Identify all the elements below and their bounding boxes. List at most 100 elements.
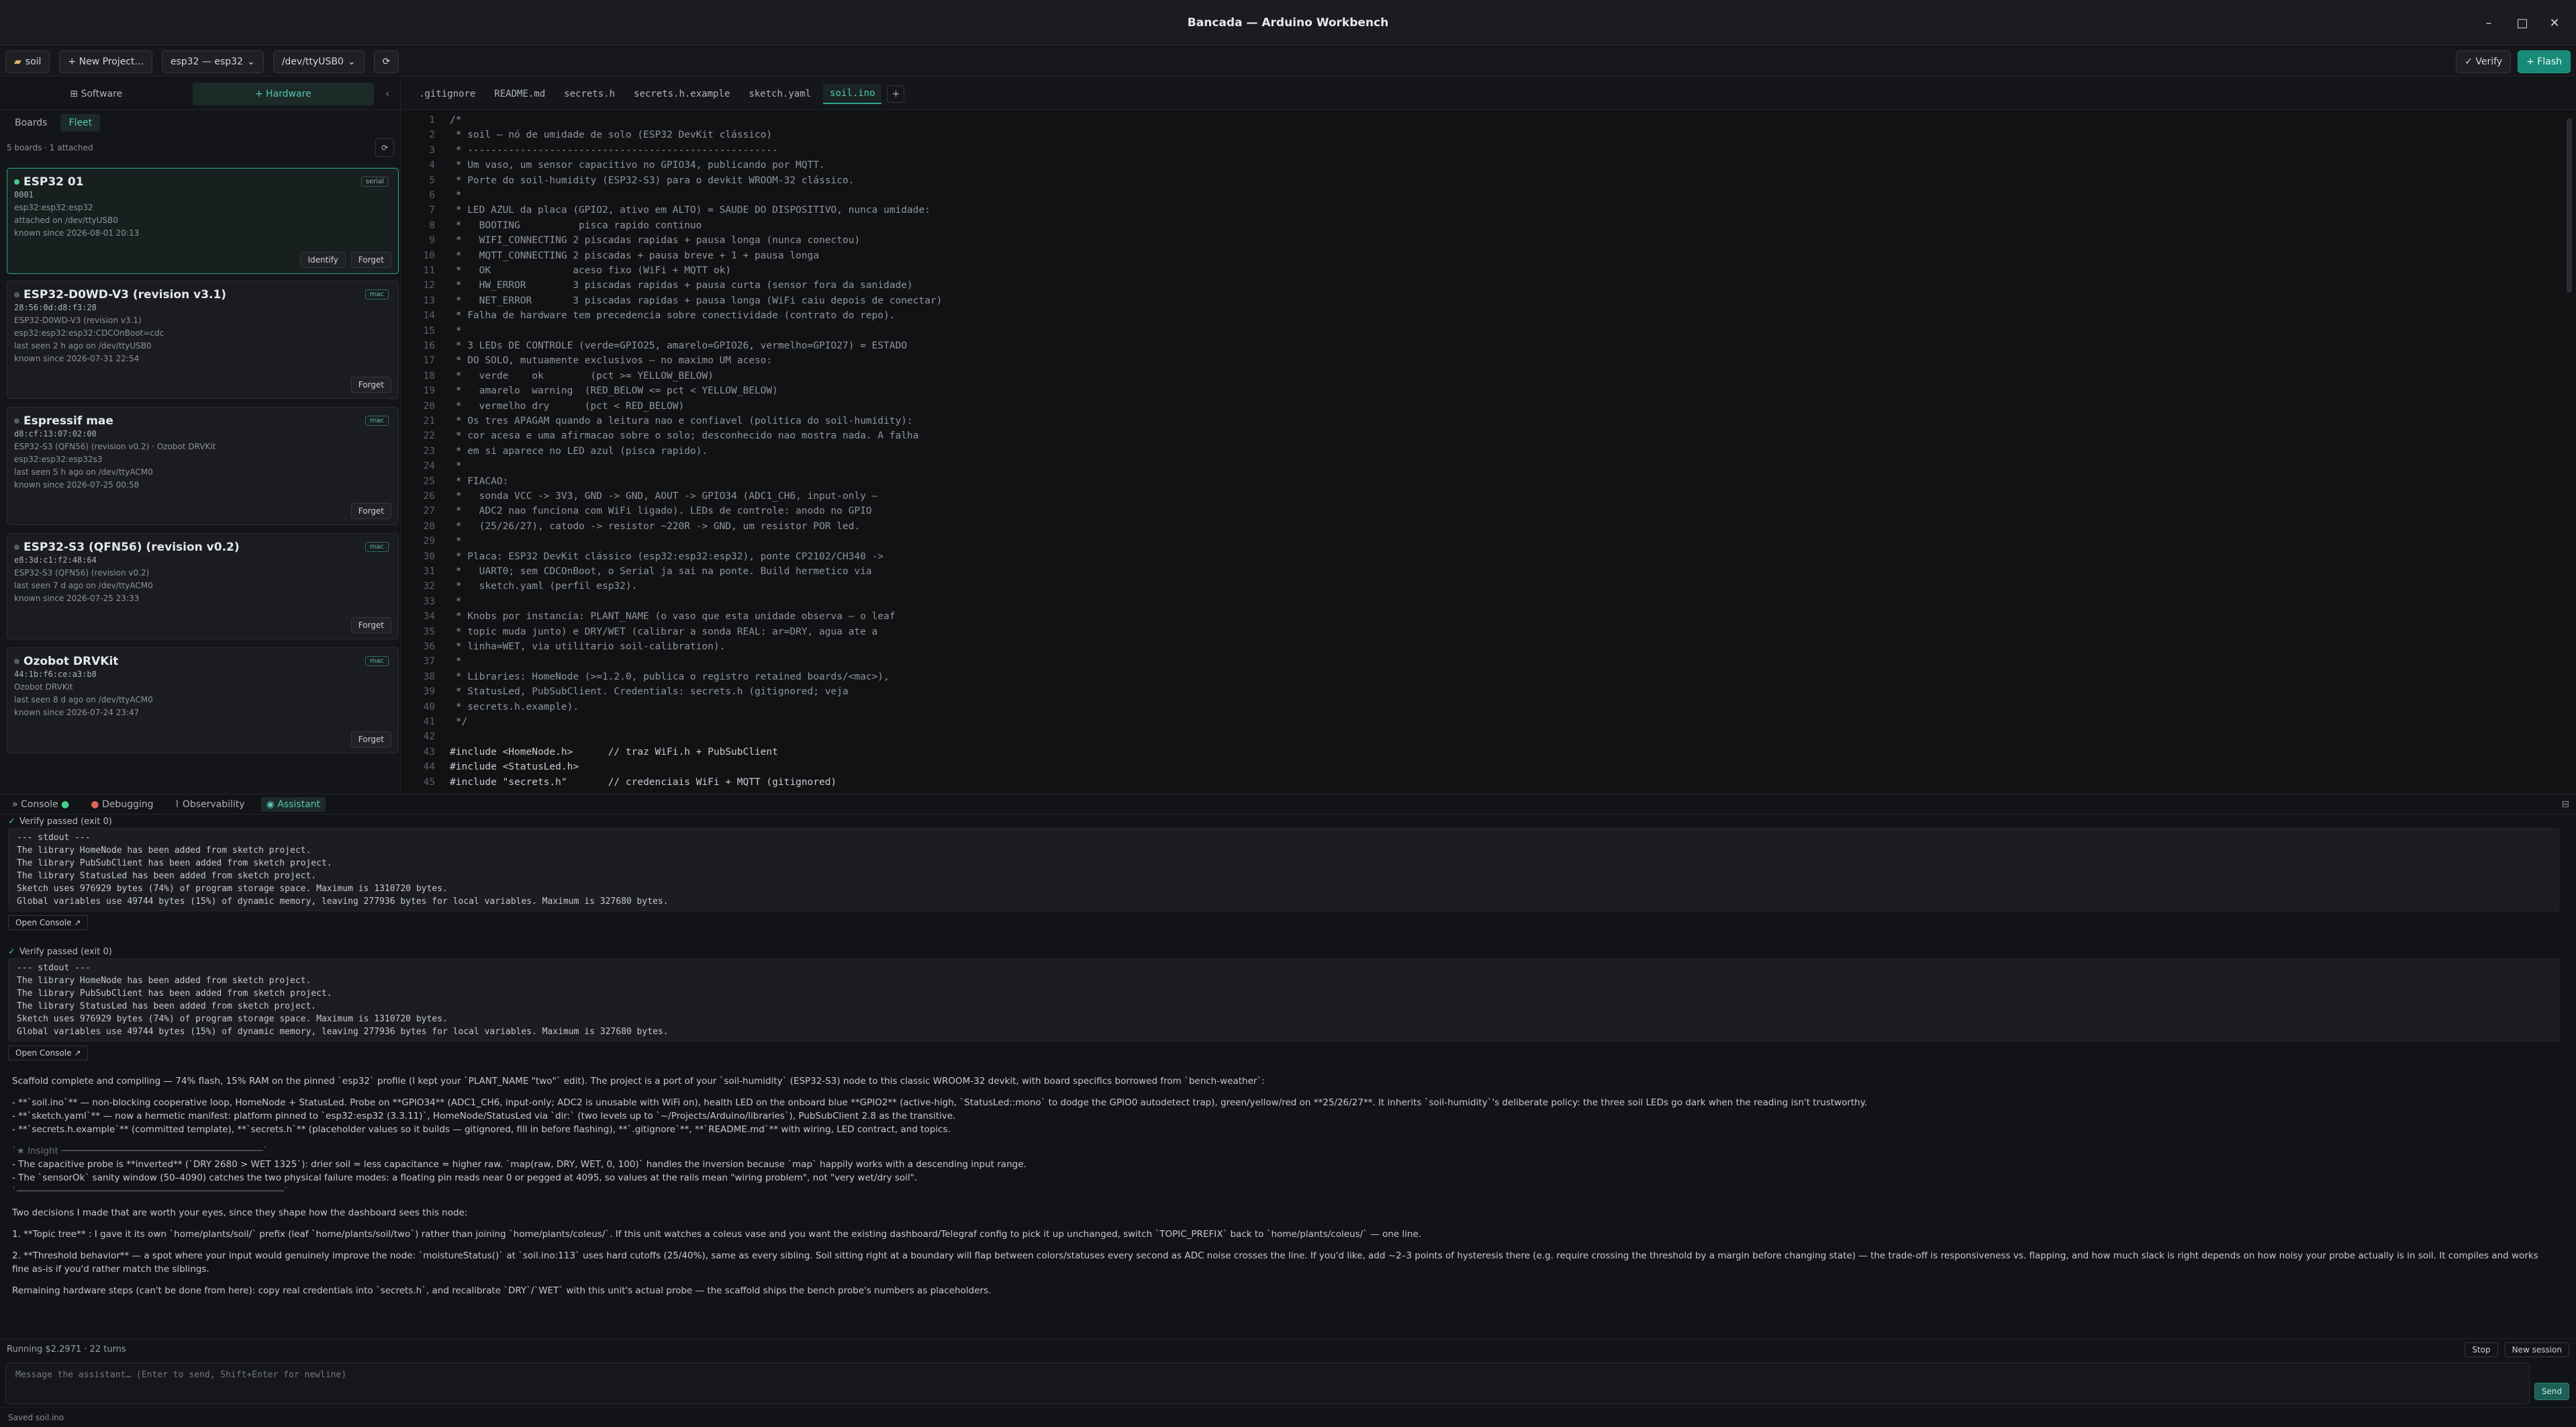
identify-button[interactable]: Identify xyxy=(300,252,346,268)
board-card[interactable]: Ozobot DRVKit mac 44:1b:f6:ce:a3:b8 Ozob… xyxy=(7,647,399,753)
robot-icon: ◉ xyxy=(266,798,275,810)
line-number: 3 xyxy=(429,144,435,156)
code-line: 1 /* xyxy=(403,113,461,128)
close-icon[interactable]: ✕ xyxy=(2541,0,2568,46)
code-text: * verde ok (pct >= YELLOW_BELOW) xyxy=(450,370,714,381)
code-line: 21 * Os tres APAGAM quando a leitura nao… xyxy=(403,414,913,428)
forget-button[interactable]: Forget xyxy=(350,617,391,633)
code-text: * LED AZUL da placa (GPIO2, ativo em ALT… xyxy=(450,205,931,216)
line-number: 32 xyxy=(423,581,435,592)
code-line: 17 * DO SOLO, mutuamente exclusivos — no… xyxy=(403,353,773,368)
board-card[interactable]: ESP32-S3 (QFN56) (revision v0.2) mac e8:… xyxy=(7,533,399,639)
send-button[interactable]: Send xyxy=(2534,1383,2569,1400)
code-text: * ADC2 nao funciona com WiFi ligado). LE… xyxy=(450,506,872,517)
flash-button[interactable]: + Flash xyxy=(2518,50,2571,73)
hardware-panel: ⊞ Software + Hardware ‹ Boards Fleet 5 b… xyxy=(0,78,401,794)
bug-icon: ● xyxy=(91,798,99,810)
new-project-button[interactable]: + New Project... xyxy=(59,50,152,73)
board-fqbn: esp32:esp32:esp32 xyxy=(14,203,93,212)
code-line: 9 * WIFI_CONNECTING 2 piscadas rapidas +… xyxy=(403,233,860,248)
line-number: 30 xyxy=(423,551,435,562)
forget-button[interactable]: Forget xyxy=(350,731,391,747)
stop-button[interactable]: Stop xyxy=(2465,1342,2498,1357)
code-line: 22 * cor acesa e uma afirmacao sobre o s… xyxy=(403,428,919,443)
verify-button[interactable]: ✓ Verify xyxy=(2456,50,2512,73)
board-fqbn: esp32:esp32:esp32:CDCOnBoot=cdc xyxy=(14,328,164,338)
board-select[interactable]: esp32 — esp32 ⌄ xyxy=(161,50,264,73)
code-text: * Libraries: HomeNode (>=1.2.0, publica … xyxy=(450,671,890,682)
code-line: 19 * amarelo warning (RED_BELOW <= pct <… xyxy=(403,383,778,398)
minimize-icon[interactable]: – xyxy=(2475,0,2502,46)
chevron-down-icon: ⌄ xyxy=(347,56,356,67)
code-text: * BOOTING pisca rapido continuo xyxy=(450,220,702,231)
code-line: 44 #include <StatusLed.h> xyxy=(403,759,579,774)
collapse-panel-icon[interactable]: ‹ xyxy=(379,89,395,99)
code-line: 40 * secrets.h.example). xyxy=(403,700,579,715)
code-text: * sonda VCC -> 3V3, GND -> GND, AOUT -> … xyxy=(450,491,878,502)
line-number: 10 xyxy=(423,250,435,261)
board-id: 28:56:0d:d8:f3:28 xyxy=(14,303,97,312)
code-text: * secrets.h.example). xyxy=(450,701,579,712)
forget-button[interactable]: Forget xyxy=(350,503,391,519)
code-line: 23 * em si aparece no LED azul (pisca ra… xyxy=(403,444,708,459)
board-known: known since 2026-07-31 22:54 xyxy=(14,354,140,363)
line-number: 33 xyxy=(423,596,435,607)
line-number: 27 xyxy=(423,506,435,517)
tab-soil-ino[interactable]: soil.ino xyxy=(823,83,882,104)
verify-run: ✓ Verify passed (exit 0) --- stdout --- T… xyxy=(8,815,2559,930)
tab-secrets-h-example[interactable]: secrets.h.example xyxy=(627,85,736,103)
code-area[interactable]: 1 /* 2 * soil — nó de umidade de solo (ESP… xyxy=(403,113,2576,794)
maximize-icon[interactable]: □ xyxy=(2509,0,2536,46)
tab-console[interactable]: » Console ● xyxy=(7,797,75,812)
refresh-fleet-button[interactable]: ⟳ xyxy=(375,138,394,157)
message-input[interactable] xyxy=(6,1363,2529,1403)
board-chip: ESP32-D0WD-V3 (revision v3.1) xyxy=(14,316,142,325)
panel-toggle-icon[interactable]: ⊟ xyxy=(2561,799,2569,810)
board-card[interactable]: ESP32 01 serial 0001 esp32:esp32:esp32 a… xyxy=(7,168,399,274)
insight-item: - The `sensorOk` sanity window (50–4090)… xyxy=(12,1172,918,1183)
line-number: 28 xyxy=(423,520,435,532)
tab-assistant[interactable]: ◉ Assistant xyxy=(260,796,326,812)
mode-hardware-tab[interactable]: + Hardware xyxy=(192,82,374,105)
refresh-ports-button[interactable]: ⟳ xyxy=(373,50,399,73)
mode-software-tab[interactable]: ⊞ Software xyxy=(5,83,187,105)
line-number: 16 xyxy=(423,340,435,351)
board-card[interactable]: ESP32-D0WD-V3 (revision v3.1) mac 28:56:… xyxy=(7,281,399,399)
forget-button[interactable]: Forget xyxy=(350,377,391,393)
code-line: 20 * vermelho dry (pct < RED_BELOW) xyxy=(403,399,685,414)
code-text: * xyxy=(450,325,462,336)
tab-fleet[interactable]: Fleet xyxy=(60,114,101,132)
add-tab-button[interactable]: + xyxy=(887,85,905,103)
code-line: 4 * Um vaso, um sensor capacitivo no GPI… xyxy=(403,158,824,173)
tab-sketch-yaml[interactable]: sketch.yaml xyxy=(742,85,818,103)
board-seen: last seen 5 h ago on /dev/ttyACM0 xyxy=(14,467,153,477)
tab-boards[interactable]: Boards xyxy=(7,114,55,132)
line-number: 13 xyxy=(423,295,435,306)
open-console-button[interactable]: Open Console ↗ xyxy=(8,915,89,930)
open-console-button[interactable]: Open Console ↗ xyxy=(8,1046,89,1060)
new-session-button[interactable]: New session xyxy=(2504,1342,2569,1357)
line-number: 24 xyxy=(423,461,435,472)
line-number: 40 xyxy=(423,701,435,712)
status-dot xyxy=(14,292,19,297)
code-text: * DO SOLO, mutuamente exclusivos — no ma… xyxy=(450,355,773,367)
tab-observability[interactable]: ⌇ Observability xyxy=(170,797,250,812)
editor-scrollbar[interactable] xyxy=(2567,118,2572,293)
board-badge: mac xyxy=(365,542,389,552)
tab-secrets-h[interactable]: secrets.h xyxy=(557,85,622,103)
code-line: 12 * HW_ERROR 3 piscadas rapidas + pausa… xyxy=(403,278,913,293)
tab-debugging[interactable]: ● Debugging xyxy=(85,797,158,812)
forget-button[interactable]: Forget xyxy=(350,252,391,268)
status-bar: Saved soil.ino xyxy=(0,1407,2576,1427)
code-line: 25 * FIACAO: xyxy=(403,474,509,489)
message-paragraph: Remaining hardware steps (can't be done … xyxy=(12,1285,992,1296)
project-button[interactable]: ▰ soil xyxy=(5,50,50,73)
board-seen: last seen 7 d ago on /dev/ttyACM0 xyxy=(14,581,153,590)
line-number: 6 xyxy=(429,190,435,201)
tab-gitignore[interactable]: .gitignore xyxy=(412,85,482,103)
board-badge: serial xyxy=(361,177,389,187)
board-card[interactable]: Espressif mae mac d8:cf:13:07:02:00 ESP3… xyxy=(7,407,399,525)
port-select[interactable]: /dev/ttyUSB0 ⌄ xyxy=(273,50,365,73)
status-dot xyxy=(14,659,19,664)
tab-readme[interactable]: README.md xyxy=(487,85,552,103)
